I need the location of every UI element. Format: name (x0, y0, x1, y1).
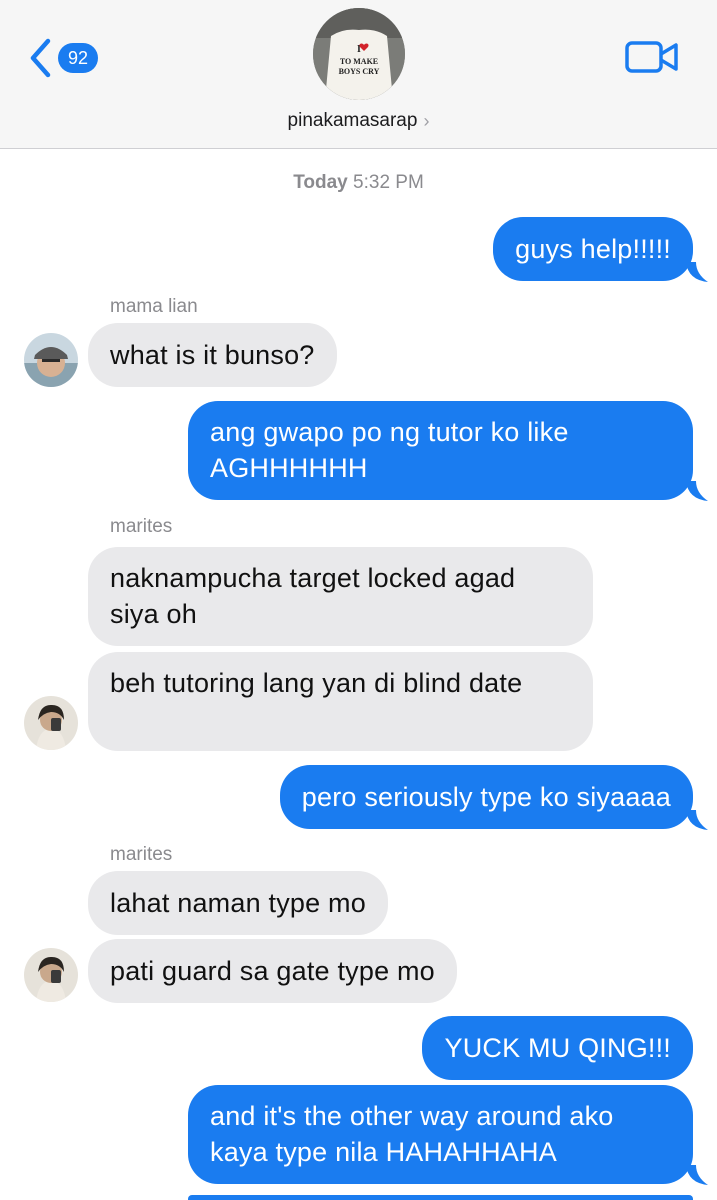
message-text: naknampucha target locked agad siya oh (110, 563, 516, 629)
timestamp-day: Today (293, 172, 348, 193)
message-text: beh tutoring lang yan di blind date (110, 668, 523, 698)
avatar-text-3: BOYS CRY (339, 67, 380, 76)
timestamp: Today 5:32 PM (0, 172, 717, 194)
chevron-left-icon (30, 38, 51, 78)
sender-avatar[interactable] (24, 333, 78, 387)
timestamp-time: 5:32 PM (353, 172, 424, 193)
bubble-tail (686, 1165, 708, 1185)
message-bubble-outgoing[interactable]: and it's the other way around ako kaya t… (188, 1085, 693, 1184)
message-bubble-outgoing[interactable]: ang gwapo po ng tutor ko like AGHHHHHH (188, 401, 693, 500)
message-bubble-outgoing[interactable]: guys help!!!!! (493, 217, 693, 281)
message-text: guys help!!!!! (515, 234, 671, 264)
sender-name: marites (110, 844, 173, 865)
message-text: and it's the other way around ako kaya t… (210, 1101, 614, 1167)
message-bubble-incoming[interactable]: what is it bunso? (88, 323, 337, 387)
message-bubble-partial (188, 1195, 693, 1200)
video-camera-icon (625, 41, 678, 73)
message-text: YUCK MU QING!!! (444, 1033, 671, 1063)
bubble-tail (686, 481, 708, 501)
group-name: pinakamasarap (287, 110, 418, 131)
avatar-text-2: TO MAKE (340, 57, 378, 66)
avatar-image (24, 948, 78, 1002)
sender-avatar[interactable] (24, 948, 78, 1002)
group-name-button[interactable]: pinakamasarap › (0, 106, 717, 136)
sender-avatar[interactable] (24, 696, 78, 750)
message-text: lahat naman type mo (110, 888, 366, 918)
unread-count-badge: 92 (58, 43, 98, 73)
sender-name: mama lian (110, 296, 198, 317)
message-text: pero seriously type ko siyaaaa (301, 782, 671, 812)
group-avatar-image: I TO MAKE BOYS CRY (313, 8, 405, 100)
message-bubble-outgoing[interactable]: pero seriously type ko siyaaaa (279, 765, 693, 829)
group-avatar[interactable]: I TO MAKE BOYS CRY (313, 8, 405, 100)
message-text: pati guard sa gate type mo (110, 956, 435, 986)
video-call-button[interactable] (624, 38, 680, 76)
back-button[interactable]: 92 (28, 36, 108, 80)
message-bubble-incoming[interactable]: pati guard sa gate type mo (88, 939, 457, 1003)
avatar-image (24, 696, 78, 750)
message-text: what is it bunso? (110, 340, 315, 370)
avatar-image (24, 333, 78, 387)
chat-header: 92 I TO MAKE BOYS CRY pinakamasarap › (0, 0, 717, 149)
chevron-right-icon: › (423, 110, 430, 131)
bubble-tail (686, 810, 708, 830)
sender-name: marites (110, 516, 173, 537)
message-bubble-outgoing[interactable]: YUCK MU QING!!! (422, 1016, 693, 1080)
bubble-tail (686, 262, 708, 282)
message-bubble-incoming[interactable]: naknampucha target locked agad siya oh (88, 547, 593, 646)
message-bubble-incoming[interactable]: lahat naman type mo (88, 871, 388, 935)
message-text: ang gwapo po ng tutor ko like AGHHHHHH (210, 417, 569, 483)
message-bubble-incoming[interactable]: beh tutoring lang yan di blind date (88, 652, 593, 751)
